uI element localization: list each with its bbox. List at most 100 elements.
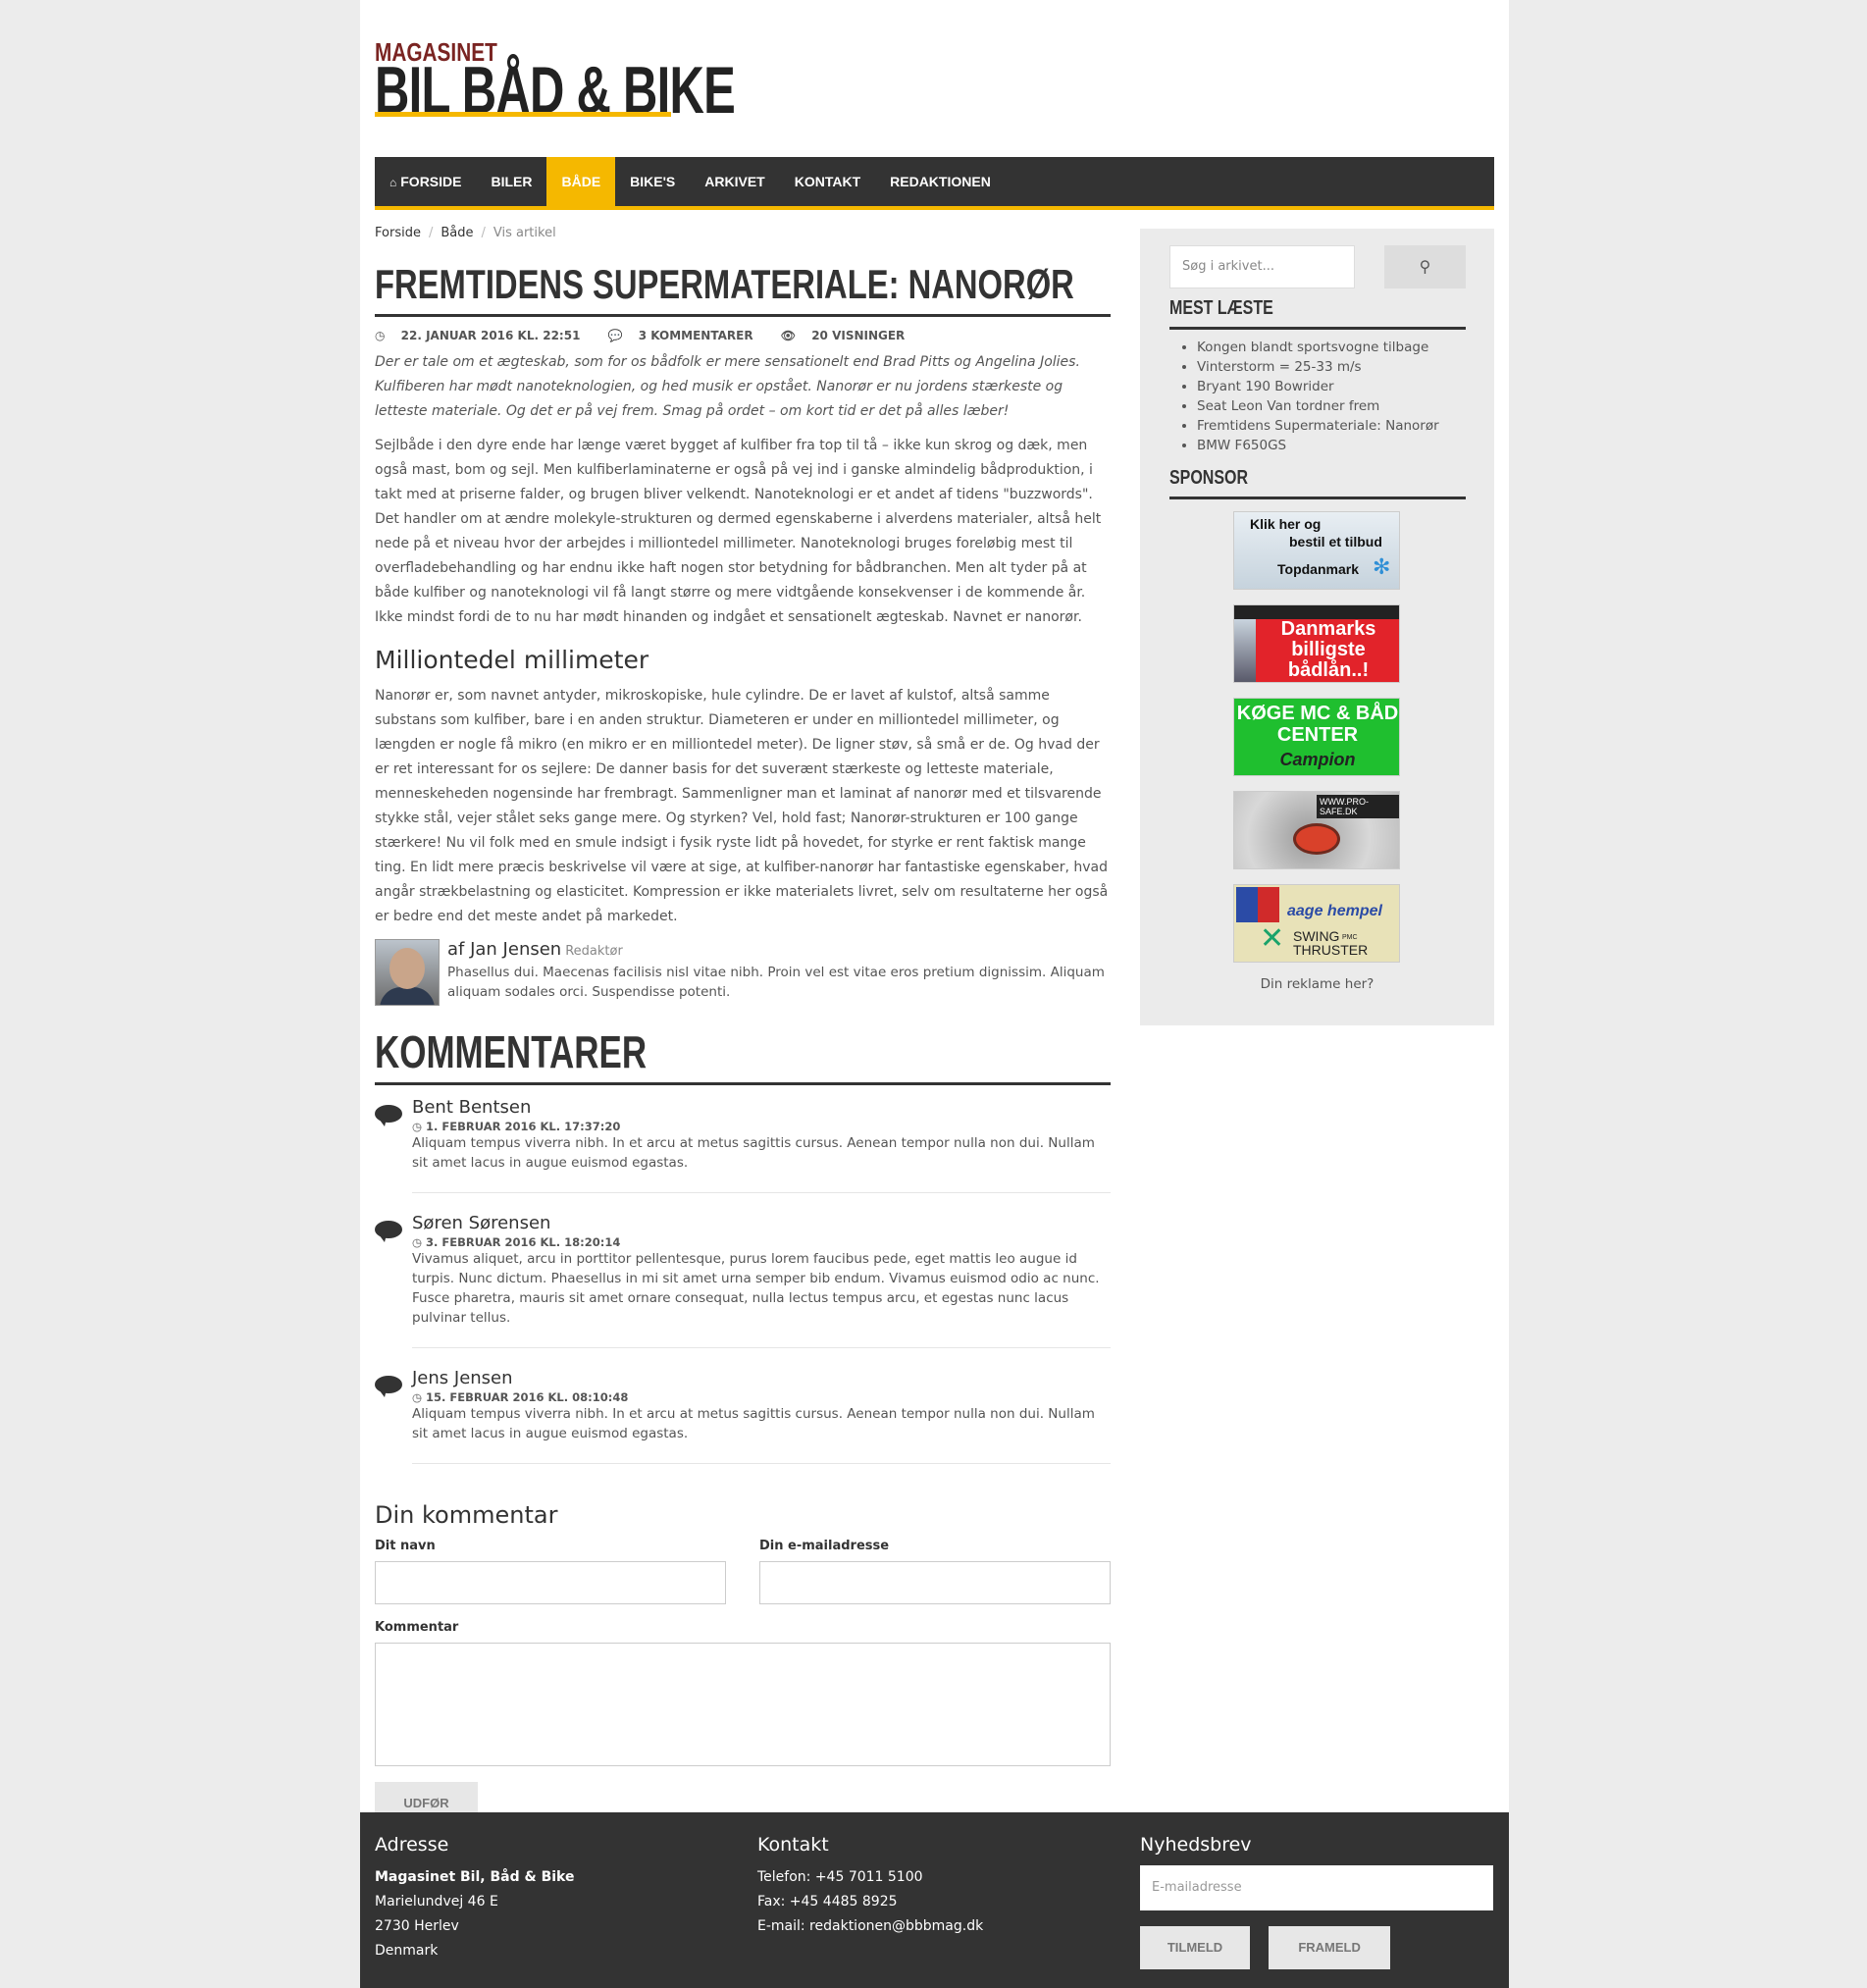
breadcrumb-current: Vis artikel: [493, 226, 556, 240]
mostread-list: Kongen blandt sportsvogne tilbage Vinter…: [1179, 338, 1439, 455]
nav-label: FORSIDE: [400, 174, 462, 189]
comments-meta[interactable]: 💬 3 KOMMENTARER: [608, 329, 765, 342]
comment-text: Aliquam tempus viverra nibh. In et arcu …: [412, 1406, 1095, 1441]
nav-item-kontakt[interactable]: KONTAKT: [780, 157, 875, 206]
email-input[interactable]: [759, 1561, 1111, 1604]
comment-item: Jens Jensen ◷ 15. FEBRUAR 2016 KL. 08:10…: [375, 1368, 1111, 1443]
nav-item-arkivet[interactable]: ARKIVET: [690, 157, 779, 206]
comment-divider: [412, 1463, 1111, 1464]
comment-textarea[interactable]: [375, 1643, 1111, 1766]
comments-icon: 💬: [607, 329, 627, 342]
nav-label: KONTAKT: [794, 174, 861, 189]
nav-label: BIKE'S: [630, 174, 676, 189]
ad-text: aage hempel: [1287, 903, 1382, 919]
ad-text: Topdanmark: [1277, 561, 1359, 577]
nav-item-bikes[interactable]: BIKE'S: [615, 157, 690, 206]
subscribe-button[interactable]: TILMELD: [1140, 1926, 1250, 1969]
comment-divider: [412, 1192, 1111, 1193]
ad-text: CENTER: [1276, 724, 1359, 746]
sponsor-title: SPONSOR: [1169, 467, 1249, 489]
comment-date: ◷ 1. FEBRUAR 2016 KL. 17:37:20: [412, 1120, 621, 1133]
ad-text: THRUSTER: [1293, 942, 1369, 958]
ad-hempel[interactable]: aage hempel ✕ SWING PMC THRUSTER: [1233, 884, 1400, 963]
nav-label: BILER: [491, 174, 533, 189]
mostread-item[interactable]: Seat Leon Van tordner frem: [1197, 396, 1439, 416]
comment-item: Bent Bentsen ◷ 1. FEBRUAR 2016 KL. 17:37…: [375, 1097, 1111, 1173]
author-avatar: [375, 939, 440, 1006]
ad-cta-link[interactable]: Din reklame her?: [1140, 976, 1494, 992]
footer-contact: Kontakt Telefon: +45 7011 5100 Fax: +45 …: [757, 1834, 983, 1939]
search-icon: ⚲: [1419, 257, 1431, 276]
nav-item-forside[interactable]: ⌂ FORSIDE: [375, 157, 476, 206]
mostread-item[interactable]: Fremtidens Supermateriale: Nanorør: [1197, 416, 1439, 436]
mostread-title: MEST LÆSTE: [1169, 297, 1273, 319]
views-meta: 👁 20 VISNINGER: [781, 329, 917, 342]
comment-author: Søren Sørensen: [412, 1213, 551, 1233]
comment-divider: [412, 1347, 1111, 1348]
footer-email[interactable]: E-mail: redaktionen@bbbmag.dk: [757, 1914, 983, 1939]
newsletter-email-input[interactable]: E-mailadresse: [1140, 1865, 1493, 1910]
date-meta: ◷ 22. JANUAR 2016 KL. 22:51: [375, 329, 592, 342]
author-name[interactable]: af Jan Jensen Redaktør: [447, 939, 623, 960]
nav-item-baade[interactable]: BÅDE: [546, 157, 616, 206]
mostread-rule: [1169, 327, 1466, 330]
sponsor-rule: [1169, 497, 1466, 499]
email-label: Din e-mailadresse: [759, 1539, 890, 1553]
comment-author: Jens Jensen: [412, 1368, 513, 1388]
comment-text: Aliquam tempus viverra nibh. In et arcu …: [412, 1135, 1095, 1171]
speech-bubble-icon: [375, 1105, 402, 1126]
propeller-icon: ✕: [1260, 921, 1285, 956]
mostread-item[interactable]: Kongen blandt sportsvogne tilbage: [1197, 338, 1439, 357]
footer-line: Denmark: [375, 1943, 439, 1959]
comment-item: Søren Sørensen ◷ 3. FEBRUAR 2016 KL. 18:…: [375, 1213, 1111, 1328]
comment-date: ◷ 3. FEBRUAR 2016 KL. 18:20:14: [412, 1235, 621, 1249]
nav-label: BÅDE: [561, 174, 601, 189]
flag-logo: [1236, 887, 1279, 922]
ad-text: bestil et tilbud: [1289, 534, 1382, 549]
search-input[interactable]: Søg i arkivet...: [1169, 245, 1355, 288]
logo-underline: [375, 112, 671, 117]
nav-item-redaktionen[interactable]: REDAKTIONEN: [875, 157, 1006, 206]
mostread-item[interactable]: Bryant 190 Bowrider: [1197, 377, 1439, 396]
article-paragraph: Nanorør er, som navnet antyder, mikrosko…: [375, 688, 1109, 924]
comment-date: ◷ 15. FEBRUAR 2016 KL. 08:10:48: [412, 1390, 629, 1404]
nav-item-biler[interactable]: BILER: [476, 157, 546, 206]
comment-author: Bent Bentsen: [412, 1097, 532, 1118]
footer-contact-title: Kontakt: [757, 1834, 829, 1856]
footer-phone: Telefon: +45 7011 5100: [757, 1869, 923, 1885]
article-subheading: Milliontedel millimeter: [375, 646, 649, 674]
footer-company: Magasinet Bil, Båd & Bike: [375, 1869, 575, 1885]
nav-label: REDAKTIONEN: [890, 174, 991, 189]
article-paragraph: Sejlbåde i den dyre ende har længe været…: [375, 438, 1102, 625]
unsubscribe-button[interactable]: FRAMELD: [1269, 1926, 1391, 1969]
search-button[interactable]: ⚲: [1384, 245, 1466, 288]
ad-prosafe[interactable]: WWW.PRO-SAFE.DK: [1233, 791, 1400, 869]
sidebar: Søg i arkivet... ⚲ MEST LÆSTE Kongen bla…: [1140, 229, 1494, 1025]
ad-baadlaan[interactable]: Danmarks billigste bådlån..!: [1233, 604, 1400, 683]
article-lead: Der er tale om et ægteskab, som for os b…: [375, 354, 1080, 419]
mostread-item[interactable]: Vinterstorm = 25-33 m/s: [1197, 357, 1439, 377]
comments-heading: KOMMENTARER: [375, 1026, 648, 1077]
name-input[interactable]: [375, 1561, 726, 1604]
ad-koge[interactable]: KØGE MC & BÅD CENTER Campion: [1233, 698, 1400, 776]
ad-text: Danmarks billigste bådlån..!: [1280, 618, 1376, 681]
site-logo[interactable]: MAGASINET BIL BÅD & BIKE: [375, 37, 736, 124]
comment-text: Vivamus aliquet, arcu in porttitor pelle…: [412, 1251, 1100, 1326]
home-icon: ⌂: [389, 176, 397, 189]
author-box: af Jan Jensen Redaktør Phasellus dui. Mae…: [375, 939, 1111, 1010]
comment-form-row: Dit navn Din e-mailadresse: [375, 1539, 1111, 1604]
ad-topdanmark[interactable]: Klik her og bestil et tilbud Topdanmark …: [1233, 511, 1400, 590]
clock-icon: ◷: [412, 1235, 427, 1249]
article-meta: ◷ 22. JANUAR 2016 KL. 22:51 💬 3 KOMMENTA…: [375, 329, 1111, 342]
comment-label: Kommentar: [375, 1620, 459, 1635]
breadcrumb-home[interactable]: Forside: [375, 226, 421, 240]
mostread-item[interactable]: BMW F650GS: [1197, 436, 1439, 455]
author-bio: Phasellus dui. Maecenas facilisis nisl v…: [447, 965, 1105, 1000]
article-title: FREMTIDENS SUPERMATERIALE: NANORØR: [375, 261, 1074, 307]
ad-text: PMC: [1342, 934, 1358, 941]
nav-label: ARKIVET: [704, 174, 765, 189]
author-role: Redaktør: [565, 944, 623, 959]
breadcrumb-section[interactable]: Både: [441, 226, 473, 240]
name-label: Dit navn: [375, 1539, 436, 1553]
speech-bubble-icon: [375, 1376, 402, 1397]
